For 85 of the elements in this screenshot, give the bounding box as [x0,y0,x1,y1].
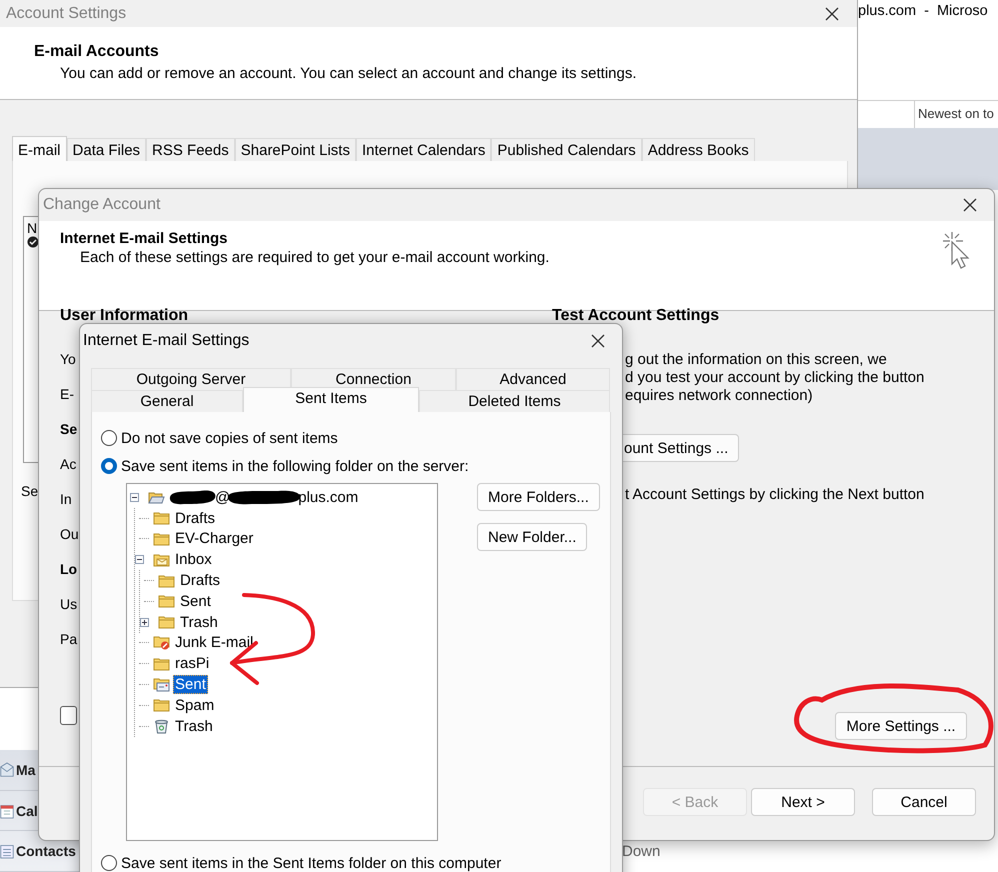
dialog-button[interactable]: Next > [751,788,855,816]
section-heading: User Information [60,307,188,325]
folder-item[interactable]: Inbox [173,550,214,570]
folder-item[interactable]: EV-Charger [173,529,256,548]
window-title: Change Account [43,196,160,214]
option-label[interactable]: Save sent items in the following folder on the server: [121,458,469,474]
tab[interactable]: Sent Items [243,387,419,412]
folder-button[interactable]: More Folders... [477,483,600,511]
folder-item[interactable]: rasPi [173,654,212,674]
sent-folder-icon [153,677,170,692]
folder-icon [153,698,170,712]
folder-icon [158,594,175,608]
field-label: Ac [60,456,76,474]
folder-item[interactable]: Junk E-mail [173,633,256,652]
window-title: Internet E-mail Settings [83,332,250,350]
tab[interactable]: Outgoing Server [91,368,291,390]
section-heading: Se [60,421,78,439]
nav-item[interactable]: Ma [16,762,36,778]
window-title: Account Settings [6,4,126,22]
close-icon[interactable] [591,334,605,348]
tab[interactable]: Advanced [456,368,610,390]
expand-icon[interactable] [140,618,149,627]
folder-tree[interactable]: @ plus.com Drafts EV-Charger Inbox Drafts Sent Trash Junk E-mail rasPi Sent Spam Trash [126,483,438,841]
tab[interactable]: Internet Calendars [356,138,492,161]
section-heading: Test Account Settings [552,307,720,325]
tab[interactable]: Deleted Items [419,390,610,412]
folder-icon [158,574,175,588]
folder-button[interactable]: New Folder... [477,523,588,551]
radio-button[interactable] [101,855,117,871]
folder-item[interactable]: plus.com [296,488,360,507]
collapse-icon[interactable] [135,555,144,564]
nav-item[interactable]: Cal [16,802,38,818]
option-label[interactable]: Do not save copies of sent items [121,430,338,446]
tab[interactable]: General [91,390,243,412]
column-header: N [27,220,38,236]
folder-item[interactable]: Drafts [173,508,218,528]
window-title: plus.com - Microso [858,3,988,19]
field-label: Pa [60,631,78,649]
at-sign: @ [215,488,230,506]
folder-icon [153,511,170,526]
field-label: E- [60,386,74,404]
status-text: Down [622,843,660,860]
field-label: Se [21,483,38,499]
folder-icon [158,615,175,630]
folder-icon [153,656,170,671]
folder-item[interactable]: Sent [178,592,213,611]
nav-item[interactable]: Contacts [16,843,76,860]
more-settings-button[interactable]: More Settings ... [835,712,967,740]
tab[interactable]: SharePoint Lists [234,138,356,161]
folder-item[interactable]: Sent [173,675,208,694]
checkbox[interactable] [60,706,77,725]
folder-item[interactable]: Spam [173,696,216,715]
radio-button[interactable] [101,430,117,446]
description-text: Each of these settings are required to get your e-mail account working. [79,249,550,266]
field-label: Us [60,596,78,614]
collapse-icon[interactable] [130,492,139,502]
trash-bin-icon [153,718,170,734]
section-heading: Lo [60,561,78,579]
field-label: Ou [60,526,79,544]
option-label[interactable]: Save sent items in the Sent Items folder on this computer [121,854,502,872]
description-text: t Account Settings by clicking the Next button [625,486,924,503]
close-icon[interactable] [825,6,839,20]
section-heading: E-mail Accounts [34,43,160,61]
description-text: g out the information on this screen, we d you test your account by clicking the button equires network connection) [625,351,924,405]
dialog-button[interactable]: Cancel [872,788,976,816]
open-folder-icon [148,490,165,505]
field-label: Yo [60,351,76,369]
redaction-mark [168,488,218,506]
tab[interactable]: RSS Feeds [146,138,235,161]
tab[interactable]: E-mail [12,136,67,161]
section-heading: Internet E-mail Settings [60,230,229,247]
radio-button[interactable] [101,458,117,474]
tab[interactable]: Address Books [642,138,755,161]
test-settings-button[interactable]: ount Settings ... [623,434,740,462]
folder-item[interactable]: Drafts [178,571,222,590]
folder-icon [153,532,170,546]
inbox-folder-icon [153,552,170,567]
folder-item[interactable]: Trash [178,612,220,632]
description-text: You can add or remove an account. You can select an account and change its settings. [59,65,638,82]
field-label: In [60,491,72,509]
junk-folder-icon [153,635,170,650]
close-icon[interactable] [963,198,977,212]
tab[interactable]: Published Calendars [491,138,642,161]
folder-item[interactable]: Trash [173,716,215,736]
tab[interactable]: Data Files [66,138,146,161]
